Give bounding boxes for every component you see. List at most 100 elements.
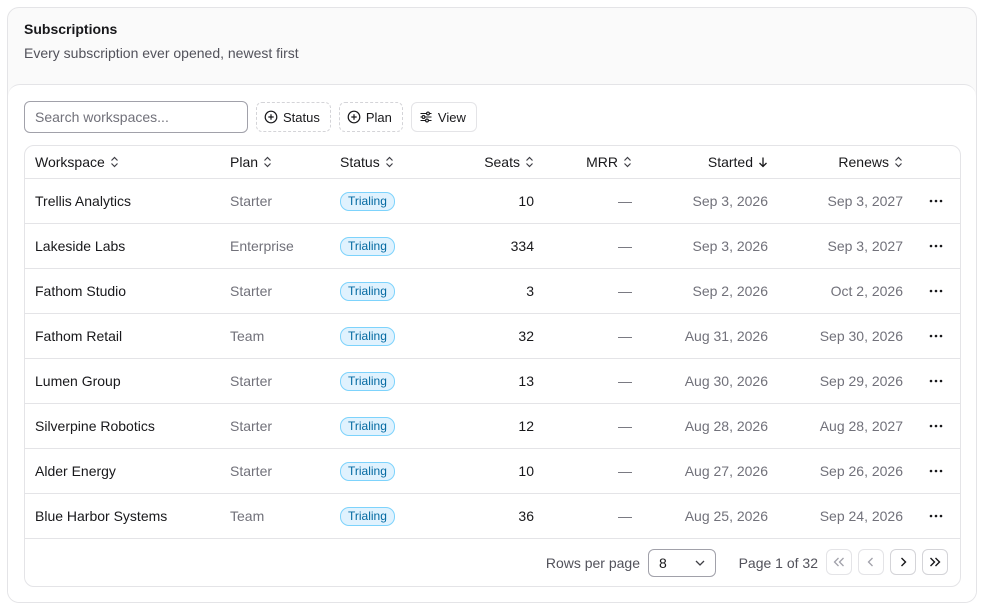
cell-workspace: Alder Energy [35,463,116,479]
table-row: Silverpine Robotics Starter Trialing 12 … [25,404,960,449]
row-actions-button[interactable] [926,359,946,403]
cell-status: Trialing [340,269,395,313]
cell-renews: Sep 3, 2027 [827,193,903,209]
plan-filter-label: Plan [365,109,392,125]
table-row: Lumen Group Starter Trialing 13 — Aug 30… [25,359,960,404]
cell-workspace: Fathom Retail [35,328,123,344]
more-horizontal-icon [929,424,943,428]
column-header-renews[interactable]: Renews [838,146,903,178]
cell-status: Trialing [340,449,395,493]
column-header-label: Status [340,154,380,170]
status-badge: Trialing [340,506,395,526]
cell-started: Aug 27, 2026 [684,463,768,479]
cell-started: Aug 31, 2026 [684,328,768,344]
row-actions-button[interactable] [926,494,946,538]
cell-plan: Starter [230,193,273,209]
cell-workspace: Lumen Group [35,373,121,389]
column-header-label: Started [707,154,753,170]
cell-renews: Sep 24, 2026 [819,508,903,524]
more-horizontal-icon [929,379,943,383]
table-row: Lakeside Labs Enterprise Trialing 334 — … [25,224,960,269]
column-header-seats[interactable]: Seats [484,146,534,178]
column-header-plan[interactable]: Plan [230,146,272,178]
status-badge: Trialing [340,461,395,481]
status-badge: Trialing [340,281,395,301]
row-actions-button[interactable] [926,179,946,223]
page-indicator: Page 1 of 32 [738,555,818,571]
status-badge: Trialing [340,371,395,391]
last-page-button[interactable] [922,549,948,575]
previous-page-button[interactable] [858,549,884,575]
cell-started: Sep 3, 2026 [692,193,768,209]
plus-circle-icon [264,110,278,124]
chevrons-up-down-icon [110,156,118,168]
next-page-button[interactable] [890,549,916,575]
cell-seats: 3 [526,283,534,299]
cell-plan: Team [230,508,265,524]
cell-renews: Sep 3, 2027 [827,238,903,254]
panel-header: Subscriptions Every subscription ever op… [24,20,299,62]
plan-filter-button[interactable]: Plan [338,102,403,132]
column-header-status[interactable]: Status [340,146,394,178]
row-actions-button[interactable] [926,224,946,268]
row-actions-button[interactable] [926,449,946,493]
cell-started: Aug 30, 2026 [684,373,768,389]
cell-renews: Sep 30, 2026 [819,328,903,344]
rows-per-page-value: 8 [659,555,667,571]
status-filter-label: Status [283,109,320,125]
cell-renews: Sep 29, 2026 [819,373,903,389]
cell-status: Trialing [340,224,395,268]
first-page-button[interactable] [826,549,852,575]
cell-mrr: — [618,328,632,344]
row-actions-button[interactable] [926,404,946,448]
cell-mrr: — [618,193,632,209]
status-badge: Trialing [340,236,395,256]
cell-renews: Sep 26, 2026 [819,463,903,479]
cell-plan: Starter [230,418,273,434]
cell-workspace: Blue Harbor Systems [35,508,168,524]
search-input[interactable] [24,101,248,133]
page-title: Subscriptions [24,21,118,37]
column-header-label: Seats [484,154,520,170]
cell-renews: Oct 2, 2026 [830,283,903,299]
column-header-mrr[interactable]: MRR [586,146,632,178]
chevrons-right-icon [930,557,941,567]
more-horizontal-icon [929,289,943,293]
more-horizontal-icon [929,334,943,338]
cell-plan: Starter [230,373,273,389]
cell-seats: 10 [518,463,534,479]
column-header-label: MRR [586,154,618,170]
cell-mrr: — [618,238,632,254]
table-row: Blue Harbor Systems Team Trialing 36 — A… [25,494,960,539]
row-actions-button[interactable] [926,314,946,358]
status-filter-button[interactable]: Status [256,102,331,132]
view-options-button[interactable]: View [410,102,477,132]
cell-workspace: Silverpine Robotics [35,418,155,434]
chevrons-up-down-icon [624,156,631,168]
chevron-down-icon [695,560,705,566]
column-header-label: Workspace [35,154,105,170]
table-row: Fathom Studio Starter Trialing 3 — Sep 2… [25,269,960,314]
cell-seats: 12 [518,418,534,434]
cell-mrr: — [618,283,632,299]
page-subtitle: Every subscription ever opened, newest f… [24,45,299,61]
cell-mrr: — [618,463,632,479]
cell-status: Trialing [340,359,395,403]
chevrons-left-icon [833,557,844,567]
column-header-started[interactable]: Started [708,146,768,178]
cell-started: Aug 28, 2026 [684,418,768,434]
rows-per-page-select[interactable]: 8 [648,549,716,577]
cell-seats: 32 [518,328,534,344]
cell-started: Sep 3, 2026 [692,238,768,254]
more-horizontal-icon [929,469,943,473]
sliders-icon [420,111,432,123]
cell-plan: Enterprise [230,238,294,254]
row-actions-button[interactable] [926,269,946,313]
cell-mrr: — [618,508,632,524]
column-header-workspace[interactable]: Workspace [35,146,119,178]
status-badge: Trialing [340,326,395,346]
cell-started: Sep 2, 2026 [692,283,768,299]
column-header-label: Plan [230,154,259,170]
cell-plan: Starter [230,283,273,299]
table-header-row: Workspace Plan Status Seats MRR Started … [25,146,960,179]
